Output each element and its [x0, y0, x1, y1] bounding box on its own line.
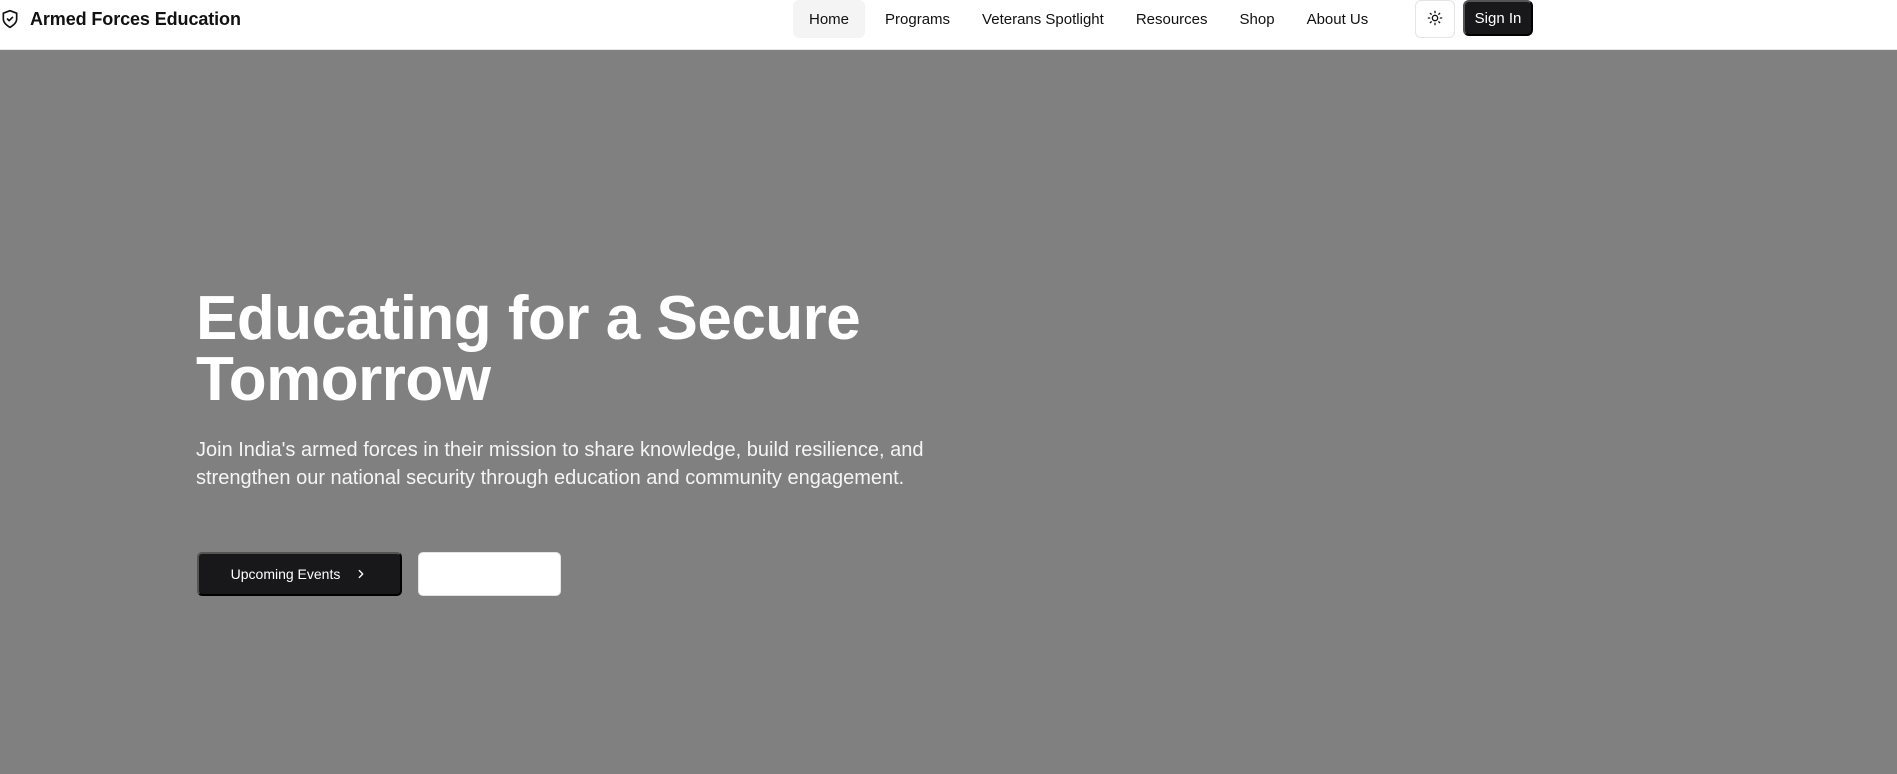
chevron-right-icon [354, 567, 368, 581]
nav-veterans-spotlight[interactable]: Veterans Spotlight [966, 0, 1120, 38]
hero-section: Educating for a Secure Tomorrow Join Ind… [0, 50, 1897, 774]
navbar: Armed Forces Education Home Programs Vet… [0, 0, 1897, 50]
theme-toggle-button[interactable] [1415, 0, 1455, 38]
hero-subtitle: Join India's armed forces in their missi… [196, 439, 924, 489]
nav-resources[interactable]: Resources [1120, 0, 1224, 38]
nav-home[interactable]: Home [793, 0, 866, 38]
sun-icon [1427, 10, 1443, 29]
secondary-button[interactable] [418, 552, 561, 596]
brand[interactable]: Armed Forces Education [0, 0, 241, 38]
shield-check-icon [0, 9, 20, 29]
nav-programs[interactable]: Programs [869, 0, 966, 38]
hero-title: Educating for a Secure Tomorrow [196, 284, 861, 414]
main-nav: Home Programs Veterans Spotlight Resourc… [793, 0, 1384, 38]
nav-shop[interactable]: Shop [1224, 0, 1291, 38]
brand-name: Armed Forces Education [30, 8, 241, 29]
upcoming-events-label: Upcoming Events [230, 566, 341, 582]
sign-in-button[interactable]: Sign In [1463, 0, 1533, 36]
nav-about-us[interactable]: About Us [1291, 0, 1385, 38]
upcoming-events-button[interactable]: Upcoming Events [197, 552, 402, 596]
